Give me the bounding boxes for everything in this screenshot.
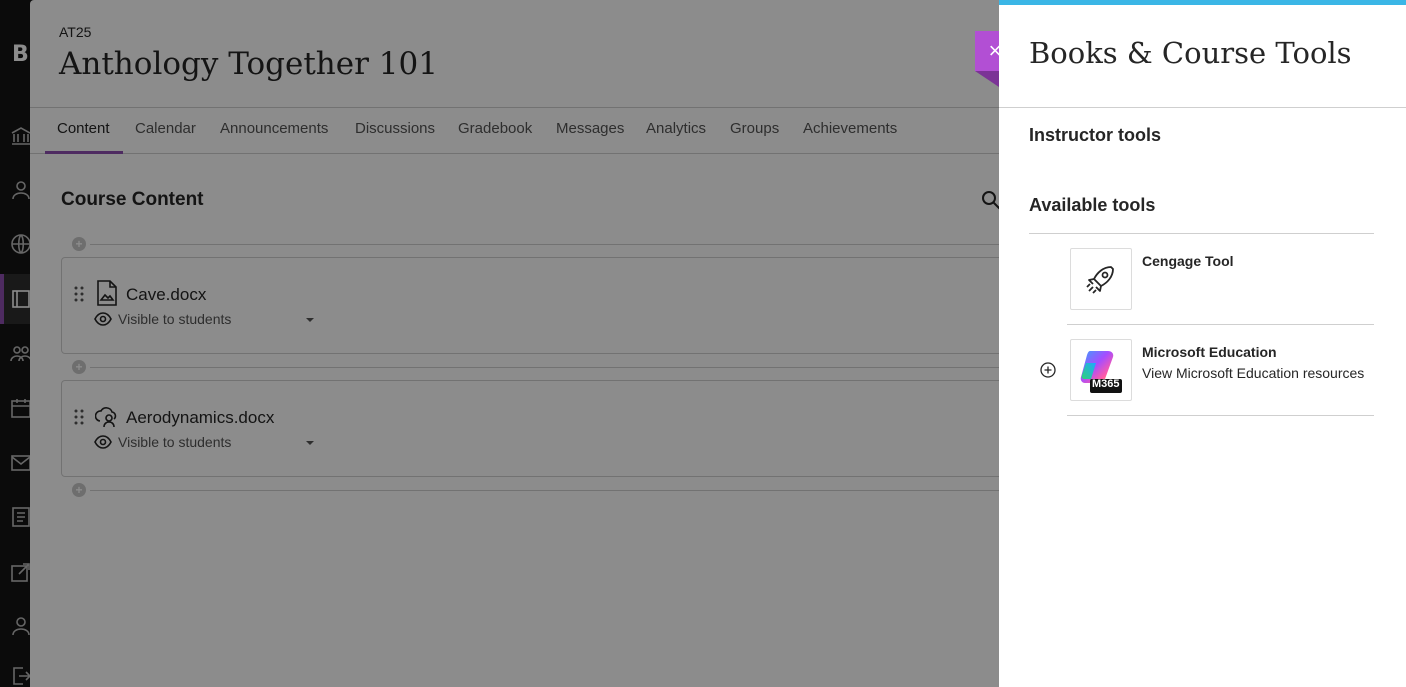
books-course-tools-panel: Books & Course Tools Instructor tools Av… [999, 0, 1406, 687]
available-tools-heading: Available tools [1029, 195, 1156, 215]
tool-name[interactable]: Microsoft Education [1142, 344, 1277, 360]
m365-icon: M365 [1070, 339, 1132, 401]
panel-title: Books & Course Tools [1029, 36, 1352, 70]
add-circle-icon[interactable] [1040, 362, 1056, 378]
tool-description: View Microsoft Education resources [1142, 365, 1365, 381]
m365-label: M365 [1092, 378, 1120, 390]
instructor-tools-heading: Instructor tools [1029, 125, 1162, 145]
rocket-icon [1070, 248, 1132, 310]
panel-accent-bar [999, 0, 1406, 5]
tool-item-microsoft-education[interactable]: M365 Microsoft Education View Microsoft … [1067, 325, 1374, 416]
close-button-fold [975, 71, 999, 87]
tool-name[interactable]: Cengage Tool [1142, 253, 1234, 269]
divider [999, 107, 1406, 108]
tool-item-cengage[interactable]: Cengage Tool [1067, 234, 1374, 325]
modal-backdrop[interactable] [0, 0, 999, 687]
